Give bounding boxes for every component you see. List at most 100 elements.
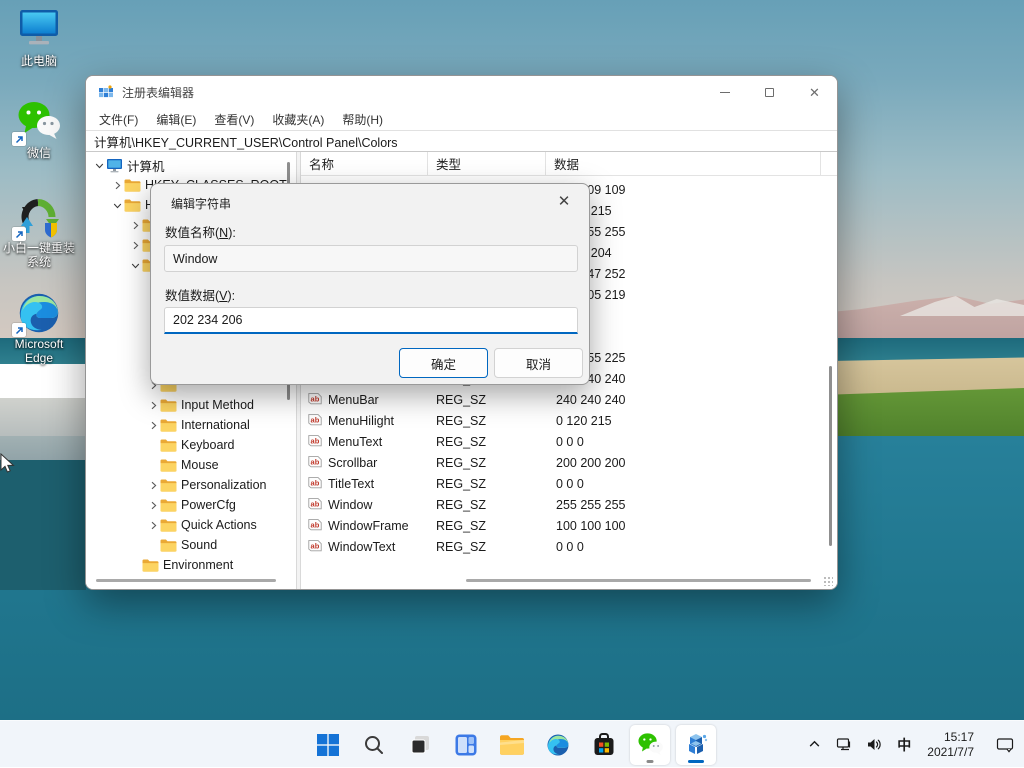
address-bar[interactable]: 计算机\HKEY_CURRENT_USER\Control Panel\Colo… [86, 130, 837, 152]
value-row-windowframe[interactable]: abWindowFrameREG_SZ100 100 100 [301, 515, 823, 536]
desktop-icon-xiaobai[interactable]: 小白一键重装系统 [0, 195, 78, 269]
close-button[interactable]: ✕ [792, 76, 837, 109]
desktop-icon-label: 微信 [0, 146, 78, 160]
taskbar-edge-button[interactable] [538, 725, 578, 765]
wechat-icon [16, 100, 62, 144]
value-type: REG_SZ [428, 498, 546, 512]
tree-item-keyboard[interactable]: Keyboard [86, 435, 296, 455]
clock-time: 15:17 [927, 730, 974, 745]
value-row-titletext[interactable]: abTitleTextREG_SZ0 0 0 [301, 473, 823, 494]
desktop-icon-label: 小白一键重装系统 [0, 241, 78, 269]
title-bar[interactable]: 注册表编辑器 ✕ [86, 76, 837, 109]
string-value-icon: ab [307, 518, 323, 534]
folder-icon [160, 418, 177, 433]
taskbar-clock[interactable]: 15:17 2021/7/7 [921, 730, 980, 760]
dialog-close-icon[interactable]: ✕ [549, 188, 579, 214]
shortcut-arrow-icon [12, 227, 26, 241]
chevron-right-icon[interactable] [146, 518, 160, 532]
value-row-menubar[interactable]: abMenuBarREG_SZ240 240 240 [301, 389, 823, 410]
chevron-right-icon[interactable] [128, 238, 142, 252]
menu-item-1[interactable]: 编辑(E) [147, 109, 205, 130]
value-row-window[interactable]: abWindowREG_SZ255 255 255 [301, 494, 823, 515]
value-data: 240 240 240 [546, 393, 823, 407]
list-vertical-scrollbar[interactable] [829, 366, 832, 546]
value-name-text: Window [173, 252, 217, 266]
desktop-icon-this-pc[interactable]: 此电脑 [0, 8, 78, 68]
desktop-icon-label: 此电脑 [0, 54, 78, 68]
folder-icon [160, 478, 177, 493]
value-row-windowtext[interactable]: abWindowTextREG_SZ0 0 0 [301, 536, 823, 557]
notification-center-icon[interactable] [992, 727, 1018, 763]
value-type: REG_SZ [428, 477, 546, 491]
tray-chevron-up-icon[interactable] [801, 727, 827, 763]
value-data-input[interactable]: 202 234 206 [164, 307, 578, 334]
taskbar-widgets-button[interactable] [446, 725, 486, 765]
value-row-scrollbar[interactable]: abScrollbarREG_SZ200 200 200 [301, 452, 823, 473]
taskbar-store-button[interactable] [584, 725, 624, 765]
ok-button[interactable]: 确定 [399, 348, 488, 378]
network-icon[interactable] [831, 727, 857, 763]
tree-item-label: Quick Actions [181, 518, 257, 532]
desktop-icon-edge[interactable]: Microsoft Edge [0, 291, 78, 365]
task-view-icon [409, 733, 432, 756]
value-row-menuhilight[interactable]: abMenuHilightREG_SZ0 120 215 [301, 410, 823, 431]
chevron-right-icon[interactable] [128, 218, 142, 232]
tree-item-label: International [181, 418, 250, 432]
tree-item-environment[interactable]: Environment [86, 555, 296, 575]
volume-icon[interactable] [861, 727, 887, 763]
computer-icon [106, 158, 123, 173]
svg-text:ab: ab [311, 394, 320, 403]
tree-item-label: Mouse [181, 458, 219, 472]
tree-item-mouse[interactable]: Mouse [86, 455, 296, 475]
column-header-type[interactable]: 类型 [428, 152, 546, 175]
value-type: REG_SZ [428, 414, 546, 428]
menu-item-4[interactable]: 帮助(H) [333, 109, 392, 130]
tree-horizontal-scrollbar[interactable] [96, 579, 276, 582]
tree-item-sound[interactable]: Sound [86, 535, 296, 555]
file-explorer-icon [499, 734, 525, 756]
minimize-button[interactable] [702, 76, 747, 109]
menu-item-3[interactable]: 收藏夹(A) [263, 109, 333, 130]
taskbar-start-button[interactable] [308, 725, 348, 765]
chevron-down-icon[interactable] [110, 198, 124, 212]
menu-item-0[interactable]: 文件(F) [90, 109, 147, 130]
edge-icon [546, 733, 570, 757]
tree-item-quick-actions[interactable]: Quick Actions [86, 515, 296, 535]
value-row-menutext[interactable]: abMenuTextREG_SZ0 0 0 [301, 431, 823, 452]
desktop-icon-wechat[interactable]: 微信 [0, 100, 78, 160]
chevron-down-icon[interactable] [128, 258, 142, 272]
tree-item-personalization[interactable]: Personalization [86, 475, 296, 495]
tree-item-input-method[interactable]: Input Method [86, 395, 296, 415]
tree-item-international[interactable]: International [86, 415, 296, 435]
taskbar-search-button[interactable] [354, 725, 394, 765]
value-data-text: 202 234 206 [173, 313, 243, 327]
running-indicator [688, 760, 704, 763]
tree-item-计算机[interactable]: 计算机 [86, 155, 296, 175]
regedit-app-icon [98, 85, 114, 101]
taskbar-wechat-button[interactable] [630, 725, 670, 765]
taskbar-regedit-button[interactable] [676, 725, 716, 765]
value-name-field[interactable]: Window [164, 245, 578, 272]
cancel-button[interactable]: 取消 [494, 348, 583, 378]
tree-item-powercfg[interactable]: PowerCfg [86, 495, 296, 515]
list-horizontal-scrollbar[interactable] [466, 579, 811, 582]
value-name: MenuHilight [328, 414, 394, 428]
chevron-right-icon[interactable] [146, 478, 160, 492]
maximize-button[interactable] [747, 76, 792, 109]
no-chevron [146, 538, 160, 552]
column-header-data[interactable]: 数据 [546, 152, 821, 175]
chevron-right-icon[interactable] [146, 498, 160, 512]
ime-indicator[interactable]: 中 [891, 727, 917, 763]
column-header-name[interactable]: 名称 [301, 152, 428, 175]
value-name: Window [328, 498, 372, 512]
chevron-right-icon[interactable] [146, 398, 160, 412]
chevron-right-icon[interactable] [110, 178, 124, 192]
chevron-right-icon[interactable] [146, 418, 160, 432]
resize-grip[interactable] [823, 576, 833, 586]
taskbar-file-explorer-button[interactable] [492, 725, 532, 765]
menu-item-2[interactable]: 查看(V) [205, 109, 263, 130]
svg-text:ab: ab [311, 520, 320, 529]
taskbar-task-view-button[interactable] [400, 725, 440, 765]
string-value-icon: ab [307, 413, 323, 429]
chevron-down-icon[interactable] [92, 158, 106, 172]
